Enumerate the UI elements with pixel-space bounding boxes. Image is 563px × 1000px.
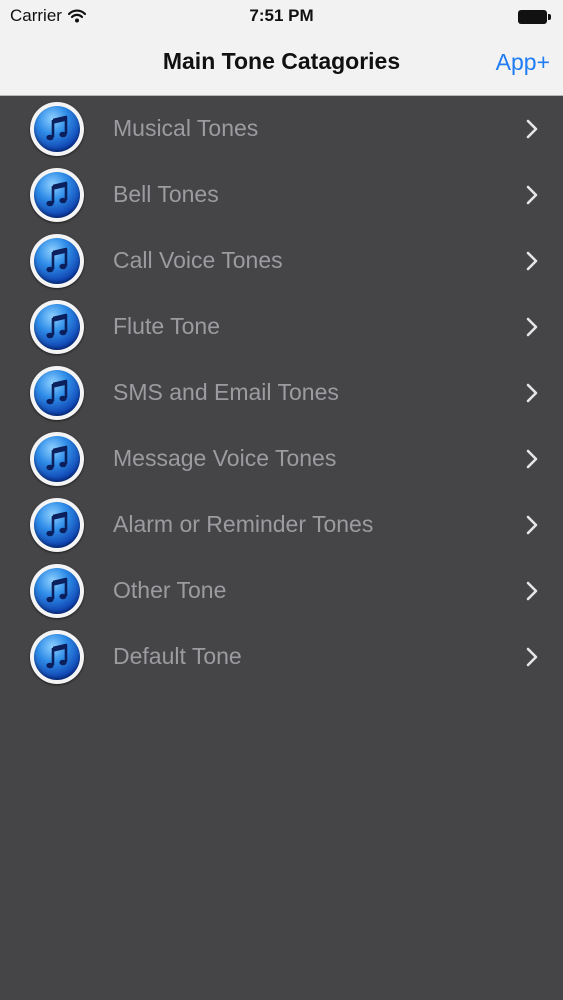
music-note-icon xyxy=(30,168,84,222)
list-item-label: Default Tone xyxy=(113,643,242,669)
list-item[interactable]: Other Tone xyxy=(0,558,563,624)
list-item[interactable]: Flute Tone xyxy=(0,294,563,360)
top-bar: Carrier 7:51 PM Main Tone Catagories App… xyxy=(0,0,563,96)
music-note-icon xyxy=(30,630,84,684)
chevron-right-icon xyxy=(525,316,539,338)
list-item-label: Bell Tones xyxy=(113,181,219,207)
music-note-icon xyxy=(30,234,84,288)
chevron-right-icon xyxy=(525,382,539,404)
battery-icon xyxy=(518,10,552,24)
chevron-right-icon xyxy=(525,184,539,206)
list-item-label: SMS and Email Tones xyxy=(113,379,339,405)
music-note-icon xyxy=(30,366,84,420)
music-note-icon xyxy=(30,432,84,486)
list-item-label: Flute Tone xyxy=(113,313,220,339)
list-item[interactable]: Message Voice Tones xyxy=(0,426,563,492)
list-item-label: Musical Tones xyxy=(113,115,259,141)
music-note-icon xyxy=(30,300,84,354)
chevron-right-icon xyxy=(525,514,539,536)
status-bar: Carrier 7:51 PM xyxy=(0,0,563,32)
chevron-right-icon xyxy=(525,118,539,140)
list-item-label: Alarm or Reminder Tones xyxy=(113,511,374,537)
list-item-label: Other Tone xyxy=(113,577,227,603)
music-note-icon xyxy=(30,102,84,156)
list-item[interactable]: Alarm or Reminder Tones xyxy=(0,492,563,558)
chevron-right-icon xyxy=(525,250,539,272)
list-item[interactable]: Bell Tones xyxy=(0,162,563,228)
app-plus-button[interactable]: App+ xyxy=(496,49,550,76)
list-item[interactable]: SMS and Email Tones xyxy=(0,360,563,426)
list-item-label: Message Voice Tones xyxy=(113,445,337,471)
chevron-right-icon xyxy=(525,580,539,602)
list-item-label: Call Voice Tones xyxy=(113,247,283,273)
list-item[interactable]: Musical Tones xyxy=(0,96,563,162)
page-title: Main Tone Catagories xyxy=(162,48,401,74)
chevron-right-icon xyxy=(525,448,539,470)
chevron-right-icon xyxy=(525,646,539,668)
music-note-icon xyxy=(30,564,84,618)
tone-category-list: Musical Tones Bell Tones Call Voice Tones F… xyxy=(0,96,563,690)
music-note-icon xyxy=(30,498,84,552)
list-item[interactable]: Call Voice Tones xyxy=(0,228,563,294)
list-item[interactable]: Default Tone xyxy=(0,624,563,690)
status-time: 7:51 PM xyxy=(249,6,314,25)
